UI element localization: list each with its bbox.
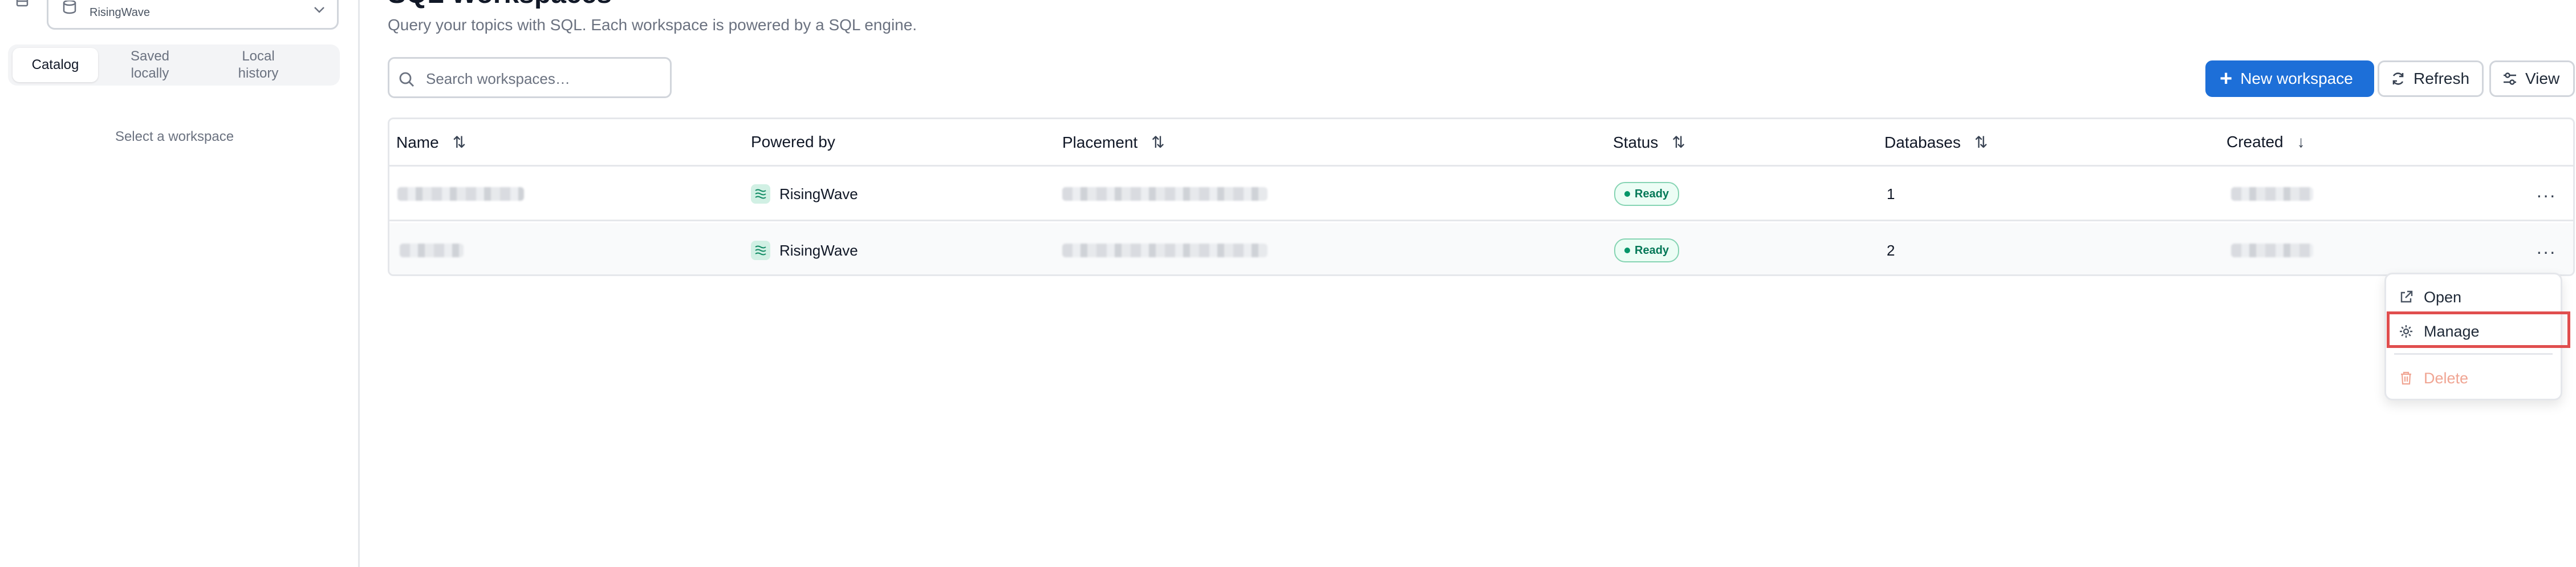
tab-saved-locally[interactable]: Saved locally — [107, 44, 193, 86]
plus-icon: + — [2220, 67, 2233, 91]
menu-item-open[interactable]: Open — [2386, 280, 2561, 314]
view-label: View — [2525, 70, 2560, 87]
trash-icon — [2401, 371, 2411, 385]
view-button[interactable]: View — [2489, 60, 2575, 97]
column-header-name[interactable]: Name ⇅ — [396, 133, 466, 152]
table-row[interactable]: RisingWave Ready 1 ··· — [389, 167, 2573, 221]
cell-created-redacted — [2231, 223, 2313, 274]
cell-databases: 1 — [1887, 185, 1895, 202]
page-title: SQL Workspaces — [388, 0, 612, 10]
new-workspace-button[interactable]: + New workspace — [2205, 60, 2374, 97]
cell-placement-redacted — [1062, 167, 1267, 221]
page-subtitle: Query your topics with SQL. Each workspa… — [388, 16, 917, 34]
sort-icon: ⇅ — [1151, 133, 1165, 151]
sort-icon: ⇅ — [1974, 133, 1988, 151]
status-dot — [1624, 191, 1630, 197]
external-link-icon — [2400, 290, 2413, 303]
highlight-annotation — [2387, 311, 2570, 348]
cell-name-redacted — [400, 223, 464, 274]
sidebar-tabs: Catalog Saved locally Local history — [8, 44, 340, 86]
status-dot — [1624, 248, 1630, 253]
cell-powered-by: RisingWave — [751, 223, 858, 274]
search-icon — [399, 72, 414, 87]
menu-item-delete[interactable]: Delete — [2386, 361, 2561, 395]
column-header-status[interactable]: Status ⇅ — [1613, 133, 1685, 152]
menu-divider — [2394, 353, 2553, 355]
refresh-label: Refresh — [2414, 70, 2470, 87]
database-icon — [63, 1, 76, 14]
status-badge: Ready — [1614, 238, 1680, 262]
cell-powered-by: RisingWave — [751, 167, 858, 221]
tab-local-history[interactable]: Local history — [216, 44, 301, 86]
risingwave-icon — [751, 241, 770, 260]
risingwave-icon — [751, 184, 770, 204]
sidebar-empty-state: Select a workspace — [115, 129, 234, 144]
new-workspace-label: New workspace — [2240, 70, 2353, 87]
cell-placement-redacted — [1062, 223, 1267, 274]
panel-icon[interactable] — [13, 0, 32, 9]
cell-databases: 2 — [1887, 241, 1895, 259]
table-header: Name ⇅ Powered by Placement ⇅ Status ⇅ D… — [389, 119, 2573, 167]
row-more-button[interactable]: ··· — [2536, 241, 2556, 262]
table-row[interactable]: RisingWave Ready 2 ··· — [389, 223, 2573, 274]
engine-select-label: RisingWave — [90, 6, 150, 19]
cell-created-redacted — [2231, 167, 2313, 221]
engine-select[interactable]: RisingWave — [47, 0, 339, 30]
sliders-icon — [2504, 72, 2516, 85]
column-header-placement[interactable]: Placement ⇅ — [1062, 133, 1165, 152]
cell-status: Ready — [1614, 167, 1680, 221]
column-header-powered-by: Powered by — [751, 133, 835, 151]
tab-catalog[interactable]: Catalog — [13, 48, 98, 82]
cell-status: Ready — [1614, 223, 1680, 274]
chevron-down-icon — [314, 7, 324, 13]
row-more-button[interactable]: ··· — [2536, 185, 2556, 206]
sort-icon: ⇅ — [452, 133, 466, 151]
refresh-button[interactable]: Refresh — [2378, 60, 2484, 97]
workspaces-table: Name ⇅ Powered by Placement ⇅ Status ⇅ D… — [388, 118, 2575, 276]
sort-icon: ⇅ — [1672, 133, 1685, 151]
column-header-databases[interactable]: Databases ⇅ — [1884, 133, 1988, 152]
cell-name-redacted — [397, 167, 524, 221]
search-input[interactable] — [425, 67, 667, 91]
status-badge: Ready — [1614, 182, 1680, 206]
search-box — [388, 57, 672, 98]
column-header-created[interactable]: Created ↓ — [2226, 133, 2305, 151]
sidebar: RisingWave Catalog Saved locally Local h… — [0, 0, 360, 567]
refresh-icon — [2392, 72, 2404, 85]
sort-desc-icon: ↓ — [2297, 133, 2305, 151]
